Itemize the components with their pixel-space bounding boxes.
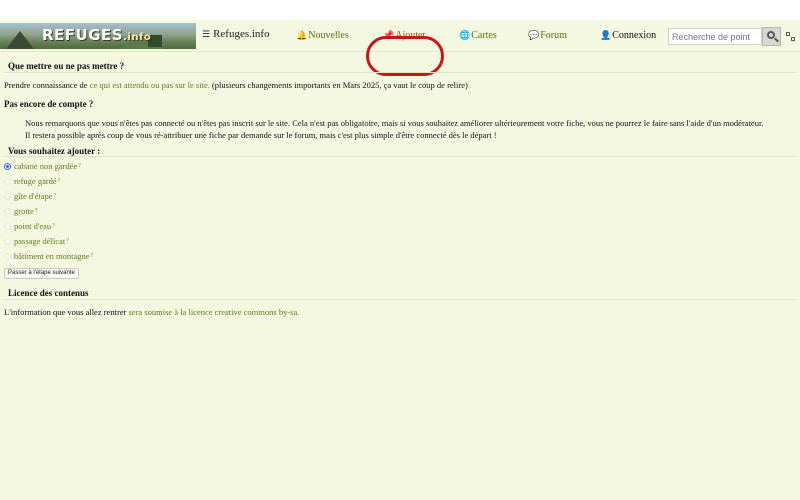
option-label[interactable]: cabane non gardée — [14, 161, 77, 171]
site-name: Refuges.info — [213, 28, 270, 40]
nav-cartes[interactable]: 🌐Cartes — [459, 30, 497, 41]
site-logo[interactable]: REFUGES.info — [0, 23, 196, 49]
option-passage-delicat[interactable]: passage délicat? — [4, 235, 69, 247]
option-label[interactable]: refuge gardé — [14, 176, 57, 186]
help-icon[interactable]: ? — [91, 253, 94, 259]
help-icon[interactable]: ? — [35, 208, 38, 214]
option-refuge-garde[interactable]: refuge gardé? — [4, 175, 60, 187]
radio-button[interactable] — [4, 192, 11, 200]
grid-square — [786, 32, 790, 36]
account-paragraph: Nous remarquons que vous n'êtes pas conn… — [25, 118, 764, 140]
help-icon[interactable]: ? — [52, 223, 55, 229]
what-paragraph: Prendre connaissance de ce qui est atten… — [4, 80, 468, 90]
what-text: Prendre connaissance de — [4, 80, 90, 90]
divider — [4, 156, 796, 157]
option-batiment-montagne[interactable]: bâtiment en montagne? — [4, 250, 93, 262]
option-point-eau[interactable]: point d'eau? — [4, 220, 55, 232]
site-menu-link[interactable]: ☰ Refuges.info — [202, 28, 270, 40]
top-blank-strip — [0, 0, 800, 20]
license-link[interactable]: sera soumise à la licence creative commo… — [129, 307, 300, 317]
radio-button[interactable] — [4, 207, 11, 215]
search-button[interactable] — [762, 27, 781, 46]
next-step-button[interactable]: Passer à l'étape suivante — [4, 268, 79, 279]
section-title-add: Vous souhaitez ajouter : — [8, 146, 101, 156]
speech-bubble-icon: 💬 — [528, 31, 540, 41]
help-icon[interactable]: ? — [78, 163, 81, 169]
option-label[interactable]: passage délicat — [14, 236, 65, 246]
hamburger-icon: ☰ — [202, 30, 211, 40]
search-input[interactable] — [668, 28, 762, 45]
radio-button[interactable] — [4, 252, 11, 260]
option-label[interactable]: point d'eau — [14, 221, 51, 231]
site-header: REFUGES.info ☰ Refuges.info 🔔Nouvelles 📌A… — [0, 20, 800, 76]
nav-cartes-label: Cartes — [471, 30, 497, 41]
license-paragraph: L'information que vous allez rentrer ser… — [4, 307, 299, 317]
divider — [4, 299, 796, 300]
radio-button[interactable] — [4, 222, 11, 230]
guidelines-link[interactable]: ce qui est attendu ou pas sur le site. — [90, 80, 210, 90]
nav-connexion-label: Connexion — [612, 30, 657, 41]
globe-icon: 🌐 — [459, 31, 471, 41]
help-icon[interactable]: ? — [58, 178, 61, 184]
expand-menu-icon[interactable] — [786, 32, 796, 42]
help-icon[interactable]: ? — [54, 193, 57, 199]
nav-forum[interactable]: 💬Forum — [528, 30, 567, 41]
grid-square — [791, 37, 795, 41]
option-grotte[interactable]: grotte? — [4, 205, 38, 217]
radio-button[interactable] — [4, 162, 11, 170]
nav-forum-label: Forum — [540, 30, 567, 41]
option-label[interactable]: grotte — [14, 206, 34, 216]
nav-nouvelles[interactable]: 🔔Nouvelles — [296, 30, 349, 41]
license-text: L'information que vous allez rentrer — [4, 307, 129, 317]
nav-connexion[interactable]: 👤Connexion — [600, 30, 656, 41]
option-label[interactable]: bâtiment en montagne — [14, 251, 90, 261]
nav-nouvelles-label: Nouvelles — [308, 30, 349, 41]
radio-button[interactable] — [4, 237, 11, 245]
search-icon-handle — [774, 37, 779, 43]
radio-button[interactable] — [4, 177, 11, 185]
option-label[interactable]: gîte d'étape — [14, 191, 53, 201]
bell-icon: 🔔 — [296, 31, 308, 41]
logo-mountain-shape — [6, 31, 34, 49]
option-cabane-non-gardee[interactable]: cabane non gardée? — [4, 160, 81, 172]
user-icon: 👤 — [600, 31, 612, 41]
section-title-account: Pas encore de compte ? — [4, 99, 94, 109]
section-title-what: Que mettre ou ne pas mettre ? — [8, 61, 125, 71]
what-text-after: (plusieurs changements importants en Mar… — [209, 80, 468, 90]
option-gite-etape[interactable]: gîte d'étape? — [4, 190, 56, 202]
highlight-circle — [366, 36, 444, 76]
divider — [4, 72, 796, 73]
help-icon[interactable]: ? — [66, 238, 69, 244]
logo-text: REFUGES.info — [42, 26, 152, 44]
section-title-license: Licence des contenus — [8, 288, 89, 298]
